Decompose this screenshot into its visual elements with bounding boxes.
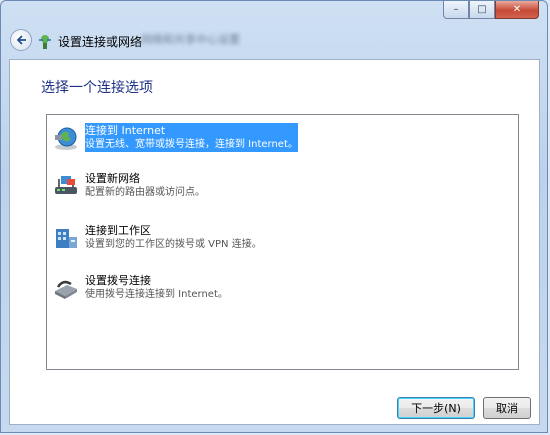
option-title: 连接到工作区	[85, 224, 151, 237]
option-connect-workplace[interactable]: 连接到工作区 设置到您的工作区的拨号或 VPN 连接。	[53, 223, 262, 252]
option-description: 设置到您的工作区的拨号或 VPN 连接。	[85, 239, 262, 250]
option-title: 设置拨号连接	[85, 274, 151, 287]
option-connect-internet[interactable]: 连接到 Internet 设置无线、宽带或拨号连接，连接到 Internet。	[53, 123, 298, 152]
window-title: 设置连接或网络	[58, 35, 143, 49]
option-title: 设置新网络	[85, 172, 140, 185]
maximize-button[interactable]: □	[469, 1, 495, 19]
option-description: 配置新的路由器或访问点。	[85, 187, 205, 198]
cancel-button[interactable]: 取消	[483, 397, 531, 419]
workplace-icon	[56, 229, 77, 248]
blurred-caption: 网络和共享中心设置	[141, 33, 240, 46]
back-arrow-icon	[16, 35, 26, 45]
option-description: 使用拨号连接连接到 Internet。	[85, 289, 228, 300]
connection-options-list: 连接到 Internet 设置无线、宽带或拨号连接，连接到 Internet。 …	[46, 114, 519, 370]
button-bar: 下一步(N) 取消	[9, 389, 540, 425]
dialog-window: – □ ✕ 设置连接或网络 网络和共享中心设置 选择一个连接选项 连接到 Int…	[0, 0, 548, 433]
option-description: 设置无线、宽带或拨号连接，连接到 Internet。	[85, 139, 298, 150]
option-new-network[interactable]: 设置新网络 配置新的路由器或访问点。	[53, 171, 205, 200]
option-dialup[interactable]: 设置拨号连接 使用拨号连接连接到 Internet。	[53, 273, 228, 302]
content-panel: 选择一个连接选项 连接到 Internet 设置无线、宽带或拨号连接，连接到 I…	[9, 59, 540, 425]
close-button[interactable]: ✕	[495, 1, 539, 19]
router-icon	[55, 176, 77, 194]
option-title: 连接到 Internet	[85, 124, 166, 137]
network-setup-icon	[39, 34, 51, 49]
modem-icon	[55, 280, 77, 299]
caption-buttons: – □ ✕	[443, 1, 539, 19]
back-button[interactable]	[10, 29, 32, 51]
globe-icon	[55, 127, 77, 150]
page-heading: 选择一个连接选项	[41, 80, 153, 96]
title-bar: 设置连接或网络	[37, 33, 142, 50]
minimize-button[interactable]: –	[443, 1, 469, 19]
next-button[interactable]: 下一步(N)	[397, 397, 475, 419]
